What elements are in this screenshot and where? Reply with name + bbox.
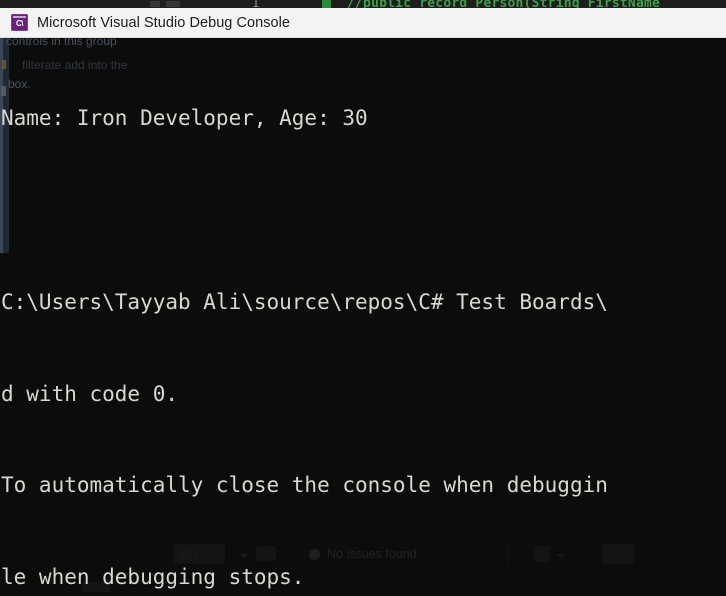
- editor-gutter-glyph: [150, 1, 160, 7]
- console-line: C:\Users\Tayyab Ali\source\repos\C# Test…: [1, 289, 608, 314]
- console-line: Name: Iron Developer, Age: 30: [1, 106, 368, 131]
- window-title: Microsoft Visual Studio Debug Console: [37, 14, 291, 31]
- editor-code-line: //public record Person(String FirstName: [347, 0, 661, 8]
- debug-console-window: 1 //public record Person(String FirstNam…: [0, 0, 726, 596]
- editor-gutter-glyph: [166, 1, 180, 7]
- editor-collapse-marker: [322, 0, 331, 8]
- console-line: To automatically close the console when …: [1, 473, 608, 498]
- editor-line-number: 1: [252, 0, 260, 8]
- console-text-block: Name: Iron Developer, Age: 30 C:\Users\T…: [1, 42, 608, 596]
- console-line: le when debugging stops.: [1, 565, 305, 590]
- console-output-area[interactable]: Name: Iron Developer, Age: 30 C:\Users\T…: [0, 38, 726, 596]
- background-editor-strip: 1 //public record Person(String FirstNam…: [0, 0, 726, 8]
- console-title-bar[interactable]: C\ Microsoft Visual Studio Debug Console: [0, 8, 726, 38]
- console-line: d with code 0.: [1, 381, 179, 406]
- csharp-console-icon: C\: [11, 14, 28, 31]
